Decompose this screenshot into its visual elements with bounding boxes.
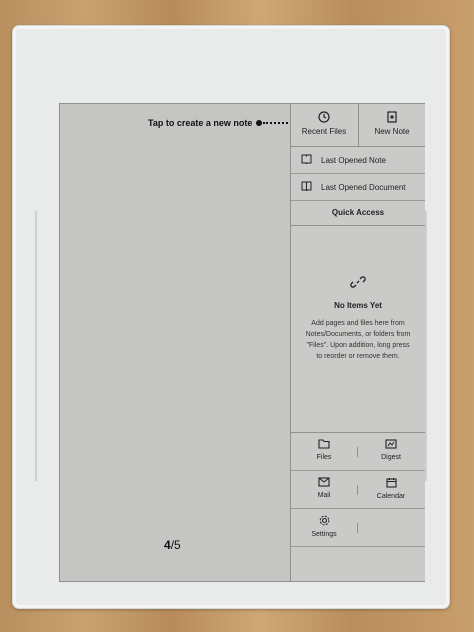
divider [357, 523, 358, 533]
settings-label: Settings [311, 531, 337, 538]
calendar-app-button[interactable]: Calendar [358, 471, 424, 508]
last-opened-document-item[interactable]: Last Opened Document [291, 174, 425, 201]
apps-grid: Files Digest Mail Calendar Settings [291, 432, 425, 547]
mail-app-button[interactable]: Mail [291, 471, 357, 508]
app-row: Mail Calendar [291, 471, 425, 509]
total-pages: /5 [170, 538, 181, 552]
files-label: Files [316, 454, 332, 461]
calendar-icon [358, 477, 424, 491]
right-bezel-line [425, 211, 427, 481]
mail-icon [291, 477, 357, 490]
empty-title: No Items Yet [334, 301, 382, 310]
new-note-button[interactable]: New Note [358, 104, 425, 146]
left-bezel-line [35, 211, 37, 481]
page-indicator: 4/5 [164, 538, 181, 552]
e-reader-device: Tap to create a new note 4/5 Recent File… [12, 25, 450, 609]
link-icon [291, 274, 425, 295]
last-opened-document-label: Last Opened Document [321, 182, 406, 192]
recent-files-button[interactable]: Recent Files [291, 104, 357, 146]
last-opened-note-label: Last Opened Note [321, 155, 386, 165]
digest-label: Digest [381, 454, 401, 461]
digest-icon [358, 439, 424, 452]
recent-files-label: Recent Files [301, 127, 347, 136]
app-row: Files Digest [291, 433, 425, 471]
calendar-label: Calendar [376, 493, 406, 500]
top-buttons: Recent Files New Note [291, 104, 425, 147]
folder-icon [291, 439, 357, 452]
current-page: 4 [164, 538, 171, 552]
quick-access-header: Quick Access [291, 201, 425, 226]
home-side-panel: Recent Files New Note Last Opened Note L… [290, 104, 425, 581]
hint-dot [256, 120, 262, 126]
new-note-hint: Tap to create a new note [148, 118, 253, 128]
screen: Tap to create a new note 4/5 Recent File… [59, 103, 425, 582]
mail-label: Mail [317, 492, 331, 499]
blank-note-page[interactable]: Tap to create a new note 4/5 [60, 104, 383, 581]
app-row: Settings [291, 509, 425, 547]
empty-description: Add pages and files here from Notes/Docu… [305, 320, 411, 360]
digest-app-button[interactable]: Digest [358, 433, 424, 470]
new-note-icon [359, 111, 425, 125]
book-icon [301, 181, 315, 194]
last-opened-note-item[interactable]: Last Opened Note [291, 147, 425, 174]
new-note-label: New Note [374, 127, 410, 136]
settings-app-button[interactable]: Settings [291, 509, 357, 546]
gear-icon [291, 515, 357, 529]
quick-access-empty-state: No Items Yet Add pages and files here fr… [291, 274, 425, 362]
clock-icon [291, 111, 357, 125]
notebook-icon [301, 154, 315, 167]
files-app-button[interactable]: Files [291, 433, 357, 470]
